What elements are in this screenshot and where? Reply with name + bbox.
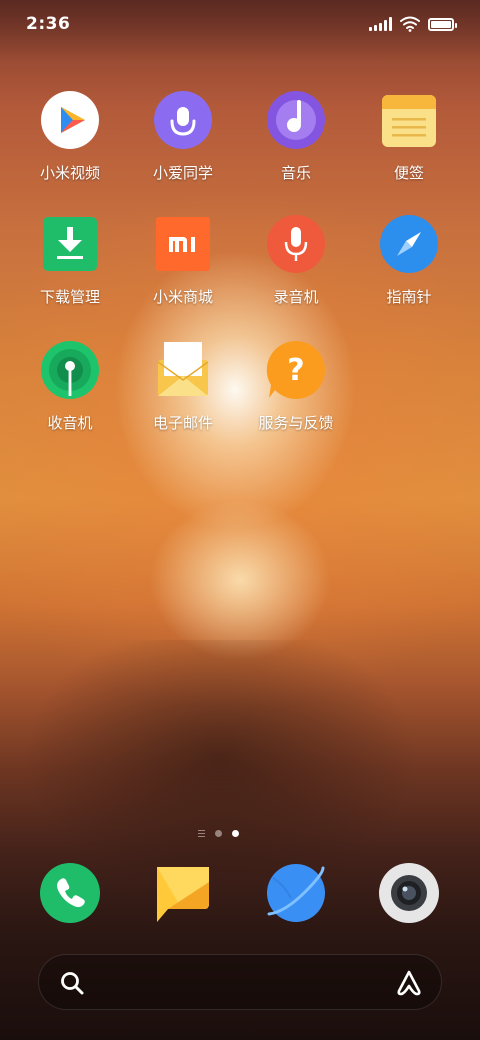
app-music[interactable]: 音乐: [240, 90, 352, 183]
mail-icon: [153, 340, 213, 400]
app-label: 电子邮件: [152, 414, 213, 432]
app-label: 服务与反馈: [258, 414, 334, 432]
dock-browser[interactable]: [240, 862, 352, 924]
app-label: 小米商城: [152, 288, 213, 306]
app-label: 指南针: [386, 288, 432, 306]
music-note-icon: [266, 90, 326, 150]
dock-messages[interactable]: [127, 862, 239, 924]
mi-store-icon: [153, 214, 213, 274]
page-dot-active[interactable]: [232, 830, 239, 837]
app-label: 音乐: [280, 164, 311, 182]
phone-icon: [39, 862, 101, 924]
app-compass[interactable]: 指南针: [353, 214, 465, 307]
app-mi-video[interactable]: 小米视频: [14, 90, 126, 183]
app-label: 录音机: [273, 288, 319, 306]
browser-icon: [265, 862, 327, 924]
status-icons: [369, 16, 457, 32]
camera-icon: [378, 862, 440, 924]
app-xiaoai[interactable]: 小爱同学: [127, 90, 239, 183]
notes-icon: [379, 90, 439, 150]
search-icon[interactable]: [59, 970, 85, 1000]
assistant-icon[interactable]: [395, 969, 423, 1001]
battery-icon: [428, 17, 457, 31]
signal-icon: [369, 17, 392, 31]
app-notes[interactable]: 便签: [353, 90, 465, 183]
dock: [0, 862, 480, 926]
svg-text:?: ?: [287, 353, 304, 388]
battery-fill: [431, 20, 451, 28]
app-radio[interactable]: 收音机: [14, 340, 126, 433]
wifi-icon: [400, 16, 420, 32]
microphone-icon: [266, 214, 326, 274]
search-bar[interactable]: [38, 954, 442, 1010]
app-label: 小米视频: [39, 164, 100, 182]
app-mi-store[interactable]: 小米商城: [127, 214, 239, 307]
dock-phone[interactable]: [14, 862, 126, 924]
download-icon: [40, 214, 100, 274]
page-indicator: [198, 830, 239, 837]
app-downloads[interactable]: 下载管理: [14, 214, 126, 307]
app-label: 收音机: [47, 414, 93, 432]
app-recorder[interactable]: 录音机: [240, 214, 352, 307]
compass-icon: [379, 214, 439, 274]
help-icon: ?: [266, 340, 326, 400]
app-email[interactable]: 电子邮件: [127, 340, 239, 433]
page-indicator-list-icon[interactable]: [198, 830, 205, 837]
home-screen: 2:36 小米视频 小爱同学 音乐 便签 下载管理 小米商城 录音机 指南针 收…: [0, 0, 480, 1040]
app-label: 便签: [393, 164, 424, 182]
status-time: 2:36: [26, 14, 71, 34]
xiaoai-icon: [153, 90, 213, 150]
message-icon: [152, 862, 214, 924]
app-label: 下载管理: [39, 288, 100, 306]
dock-camera[interactable]: [353, 862, 465, 924]
app-feedback[interactable]: ? 服务与反馈: [240, 340, 352, 433]
radio-icon: [40, 340, 100, 400]
page-dot[interactable]: [215, 830, 222, 837]
app-label: 小爱同学: [152, 164, 213, 182]
status-bar: 2:36: [0, 0, 480, 50]
play-icon: [40, 90, 100, 150]
